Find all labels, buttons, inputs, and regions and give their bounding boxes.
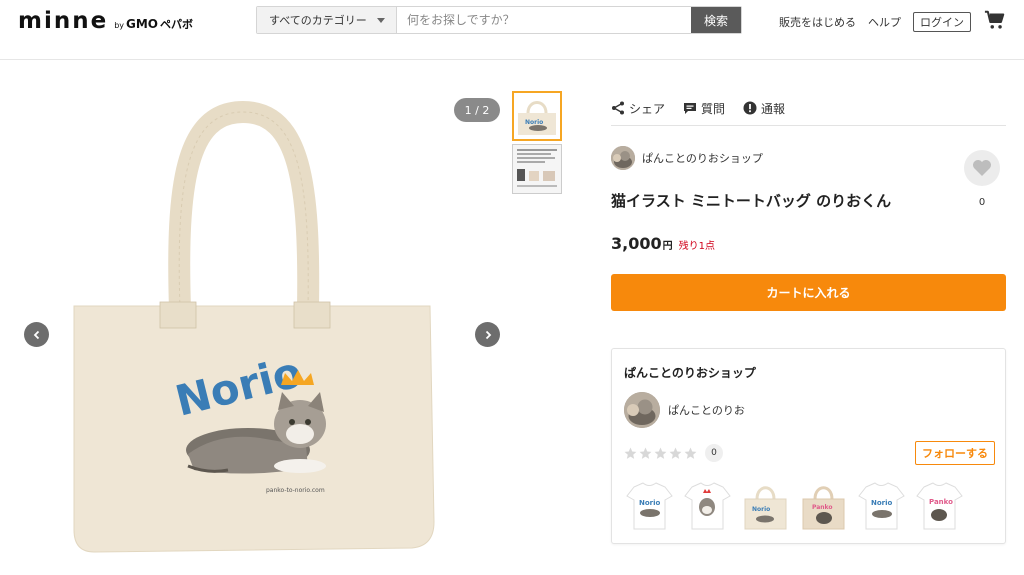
image-counter: 1 / 2 (454, 98, 500, 122)
shop-items: Norio Norio Panko Norio Panko (624, 479, 972, 533)
exclamation-circle-icon (743, 101, 757, 115)
favorite-button[interactable] (964, 150, 1000, 186)
stock-status: 残り1点 (678, 241, 715, 252)
category-select-label: すべてのカテゴリー (269, 14, 367, 27)
search-button[interactable]: 検索 (691, 7, 741, 33)
shop-owner-link[interactable]: ぱんことのりお (624, 392, 745, 428)
shop-rating: 0 (624, 444, 723, 462)
logo-text: minne (18, 8, 109, 34)
search-bar: すべてのカテゴリー 検索 (256, 6, 742, 34)
favorite-count: 0 (978, 197, 986, 208)
chevron-left-icon (33, 330, 39, 339)
product-title: 猫イラスト ミニトートバッグ のりおくん (611, 192, 892, 210)
add-to-cart-button[interactable]: カートに入れる (611, 274, 1006, 311)
rating-count: 0 (705, 444, 723, 462)
site-header: minne by GMO ペパボ すべてのカテゴリー 検索 販売をはじめる ヘル… (0, 0, 1024, 60)
shop-item-tote-2[interactable]: Panko (798, 479, 849, 533)
star-icon (624, 447, 637, 459)
currency-label: 円 (662, 241, 673, 252)
svg-text:Panko: Panko (812, 504, 833, 511)
size-chart-thumbnail-image (513, 145, 561, 193)
header-links: 販売をはじめる ヘルプ ログイン (779, 12, 971, 32)
next-image-button[interactable] (475, 322, 500, 347)
shop-item-tote-1[interactable]: Norio (740, 479, 791, 533)
chevron-right-icon (485, 330, 491, 339)
svg-text:Norio: Norio (639, 499, 661, 507)
shop-item-tshirt-4[interactable]: Panko (914, 479, 965, 533)
chevron-down-icon (377, 18, 385, 23)
thumbnail-2[interactable] (512, 144, 562, 194)
shop-link[interactable]: ぱんことのりおショップ (611, 146, 763, 170)
product-actions: シェア 質問 通報 (611, 98, 1006, 126)
shop-avatar (611, 146, 635, 170)
shop-item-tshirt-1[interactable]: Norio (624, 479, 675, 533)
svg-text:Panko: Panko (929, 498, 953, 506)
logo-pepabo: ペパボ (160, 18, 194, 31)
thumbnail-1[interactable]: Norio (512, 91, 562, 141)
svg-text:Norio: Norio (752, 506, 770, 513)
speech-bubble-icon (684, 103, 697, 114)
help-link[interactable]: ヘルプ (868, 14, 901, 30)
tote-bag-thumbnail-image: Norio (518, 101, 556, 135)
shop-item-tshirt-3[interactable]: Norio (856, 479, 907, 533)
search-input[interactable] (397, 7, 691, 33)
svg-text:Norio: Norio (525, 119, 543, 126)
category-select[interactable]: すべてのカテゴリー (257, 7, 397, 33)
price-value: 3,000 (611, 234, 662, 253)
shop-owner-name: ぱんことのりお (668, 404, 745, 417)
shop-item-tshirt-2[interactable] (682, 479, 733, 533)
previous-image-button[interactable] (24, 322, 49, 347)
report-action[interactable]: 通報 (743, 98, 785, 118)
cat-avatar-image (624, 392, 660, 428)
svg-text:Norio: Norio (871, 499, 893, 507)
cart-icon[interactable] (984, 9, 1006, 31)
shop-card: ぱんことのりおショップ ぱんことのりお 0 フォローする Norio Norio… (611, 348, 1006, 544)
print-url-text: panko-to-norio.com (266, 487, 325, 494)
star-icon (669, 447, 682, 459)
price-row: 3,000 円 残り1点 (611, 234, 715, 253)
owner-avatar (624, 392, 660, 428)
heart-icon (973, 160, 991, 176)
cat-avatar-image (611, 146, 635, 170)
star-icon (654, 447, 667, 459)
share-action[interactable]: シェア (611, 98, 665, 118)
question-action[interactable]: 質問 (683, 98, 725, 118)
minne-logo[interactable]: minne by GMO ペパボ (18, 8, 193, 34)
star-icon (684, 447, 697, 459)
sell-link[interactable]: 販売をはじめる (779, 14, 856, 30)
product-gallery: Norio panko-to-norio.com 1 / 2 (18, 84, 502, 575)
follow-button[interactable]: フォローする (915, 441, 995, 465)
share-label: シェア (629, 101, 666, 116)
share-icon (612, 101, 624, 115)
main-product-image[interactable]: Norio panko-to-norio.com (68, 94, 438, 564)
login-button[interactable]: ログイン (913, 12, 971, 32)
report-label: 通報 (761, 101, 786, 116)
shop-card-title[interactable]: ぱんことのりおショップ (624, 364, 756, 381)
star-icon (639, 447, 652, 459)
shop-name: ぱんことのりおショップ (642, 152, 763, 165)
question-label: 質問 (701, 101, 726, 116)
thumbnail-list: Norio (512, 91, 562, 197)
logo-gmo: GMO (126, 17, 159, 31)
logo-by: by (114, 21, 125, 30)
